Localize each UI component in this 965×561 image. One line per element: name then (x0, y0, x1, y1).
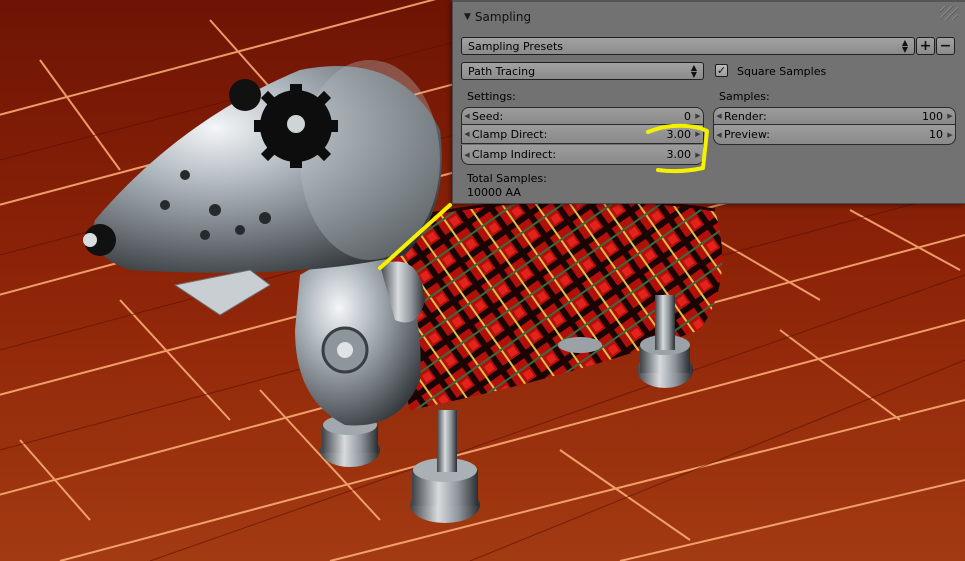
clamp-direct-value: 3.00 (666, 127, 692, 141)
clamp-direct-label: Clamp Direct: (472, 127, 548, 141)
decrement-arrow-icon[interactable]: ◀ (462, 151, 472, 159)
decrement-arrow-icon[interactable]: ◀ (714, 112, 724, 120)
add-preset-button[interactable]: + (916, 37, 935, 55)
decrement-arrow-icon[interactable]: ◀ (462, 130, 472, 138)
clamp-indirect-field[interactable]: ◀ Clamp Indirect: 3.00 ▶ (461, 145, 704, 165)
seed-field[interactable]: ◀ Seed: 0 ▶ (461, 107, 704, 125)
preview-samples-field[interactable]: ◀ Preview: 10 ▶ (713, 125, 956, 145)
sampling-presets-menu[interactable]: Sampling Presets ▲ ▼ (461, 37, 915, 55)
seed-label: Seed: (472, 109, 504, 123)
sampling-panel: ▼ Sampling Sampling Presets ▲ ▼ + − Path … (452, 0, 965, 204)
panel-header[interactable]: ▼ Sampling (464, 8, 531, 26)
increment-arrow-icon[interactable]: ▶ (945, 112, 955, 120)
increment-arrow-icon[interactable]: ▶ (945, 131, 955, 139)
updown-arrows-icon: ▲ ▼ (690, 63, 697, 79)
render-samples-label: Render: (724, 109, 767, 123)
updown-arrows-icon: ▲ ▼ (901, 38, 908, 54)
integrator-value: Path Tracing (468, 64, 536, 78)
clamp-indirect-value: 3.00 (666, 148, 692, 161)
samples-heading: Samples: (719, 90, 770, 103)
render-samples-value: 100 (922, 109, 943, 123)
sampling-presets-label: Sampling Presets (468, 39, 564, 53)
increment-arrow-icon[interactable]: ▶ (693, 112, 703, 120)
plus-icon: + (919, 38, 932, 54)
clamp-direct-field[interactable]: ◀ Clamp Direct: 3.00 ▶ (461, 125, 704, 144)
collapse-triangle-icon[interactable]: ▼ (464, 12, 471, 22)
seed-value: 0 (684, 109, 691, 123)
increment-arrow-icon[interactable]: ▶ (693, 151, 703, 159)
square-samples-label: Square Samples (737, 65, 827, 78)
increment-arrow-icon[interactable]: ▶ (693, 130, 703, 138)
panel-top-border (453, 0, 965, 2)
total-samples-value: 10000 AA (467, 186, 521, 199)
settings-heading: Settings: (467, 90, 516, 103)
remove-preset-button[interactable]: − (936, 37, 955, 55)
integrator-select[interactable]: Path Tracing ▲ ▼ (461, 62, 704, 80)
checkmark-icon: ✓ (716, 64, 727, 77)
total-samples-label: Total Samples: (467, 172, 547, 185)
panel-title: Sampling (474, 10, 532, 24)
render-samples-field[interactable]: ◀ Render: 100 ▶ (713, 107, 956, 125)
decrement-arrow-icon[interactable]: ◀ (462, 112, 472, 120)
preview-samples-label: Preview: (724, 128, 770, 141)
minus-icon: − (939, 38, 952, 54)
decrement-arrow-icon[interactable]: ◀ (714, 131, 724, 139)
square-samples-checkbox[interactable]: ✓ (715, 64, 728, 77)
preview-samples-value: 10 (929, 128, 943, 141)
drag-grip-icon[interactable] (940, 6, 958, 20)
clamp-indirect-label: Clamp Indirect: (472, 148, 557, 161)
